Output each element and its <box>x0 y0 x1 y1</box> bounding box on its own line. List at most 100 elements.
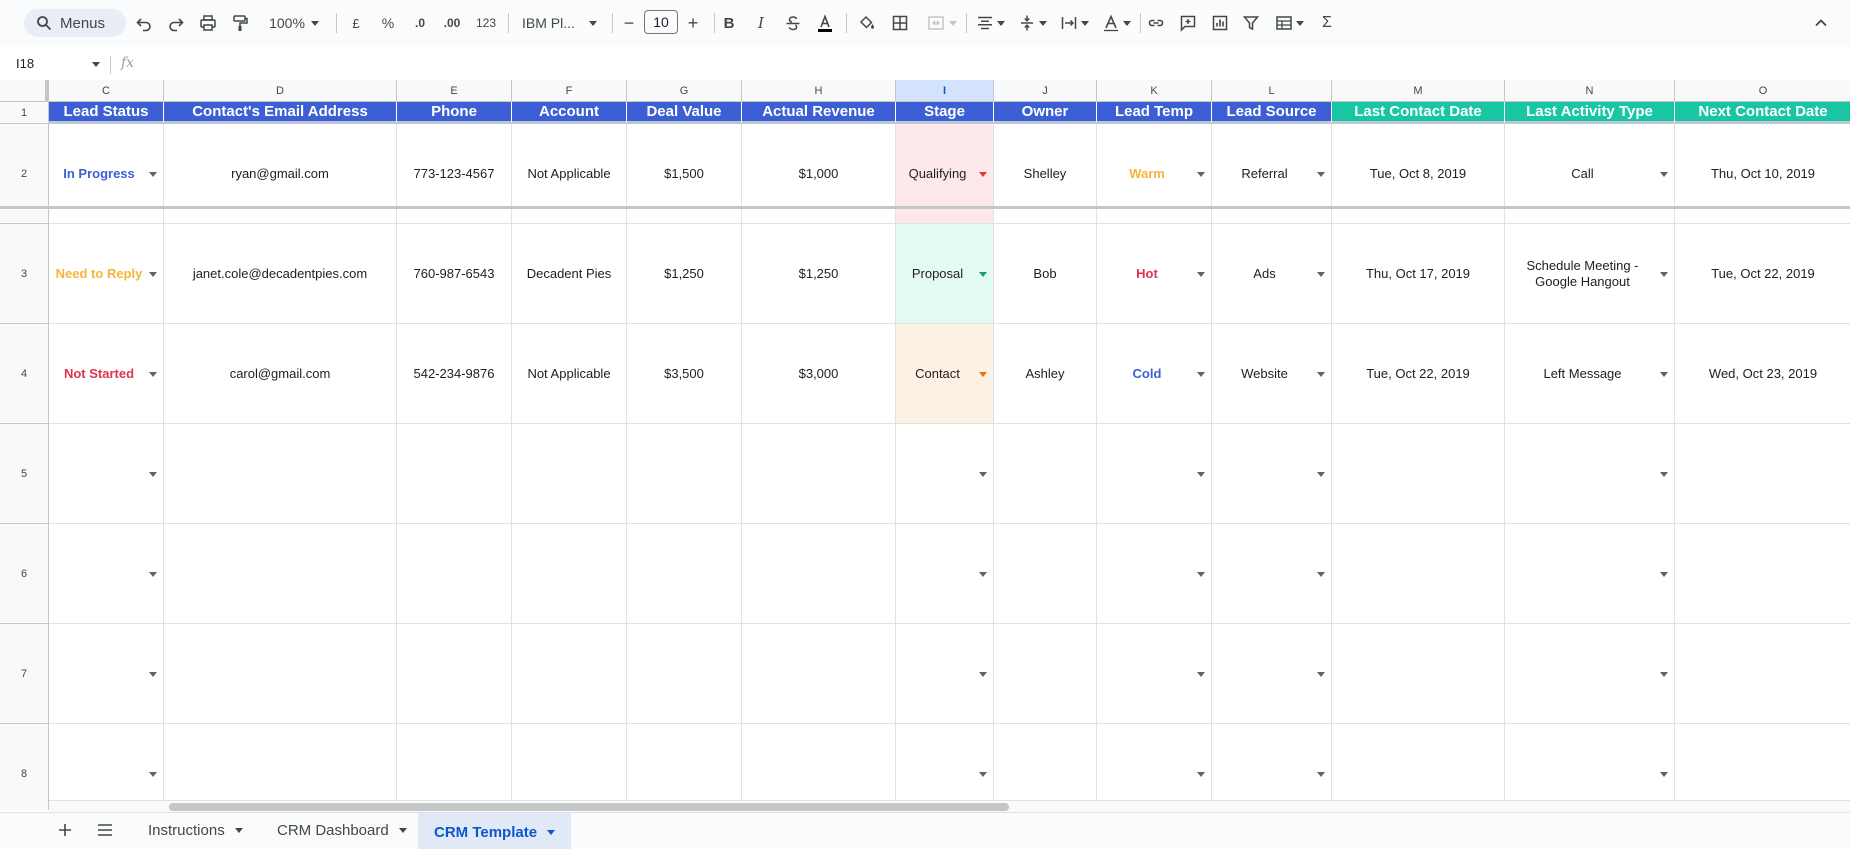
column-header-i[interactable]: I <box>896 80 994 102</box>
chevron-down-icon[interactable] <box>979 671 987 677</box>
cell-owner[interactable]: Bob <box>994 224 1097 324</box>
number-format-button[interactable]: 123 <box>473 10 499 36</box>
borders-button[interactable] <box>887 10 913 36</box>
text-wrapping-button[interactable] <box>1056 10 1092 36</box>
cell-last-activity-type[interactable]: Call <box>1505 124 1675 224</box>
chevron-down-icon[interactable] <box>1660 171 1668 177</box>
cell-lead-status[interactable] <box>49 524 164 624</box>
cell-lead-status[interactable] <box>49 624 164 724</box>
cell-last-activity-type[interactable]: Left Message <box>1505 324 1675 424</box>
row-header[interactable]: 7 <box>0 624 49 724</box>
cell-lead-status[interactable] <box>49 424 164 524</box>
cell-next-contact-date[interactable]: Thu, Oct 10, 2019 <box>1675 124 1850 224</box>
cell-actual-revenue[interactable]: $1,250 <box>742 224 896 324</box>
bold-button[interactable]: B <box>716 10 742 36</box>
column-header-f[interactable]: F <box>512 80 627 102</box>
cell-account[interactable] <box>512 524 627 624</box>
font-family-select[interactable]: IBM Pl... <box>516 10 602 36</box>
cell-last-activity-type[interactable] <box>1505 424 1675 524</box>
cell-lead-status[interactable] <box>49 724 164 810</box>
cell-next-contact-date[interactable] <box>1675 524 1850 624</box>
percent-format-button[interactable]: % <box>375 10 401 36</box>
chevron-down-icon[interactable] <box>1660 371 1668 377</box>
cell-last-contact-date[interactable] <box>1332 524 1505 624</box>
cell-owner[interactable] <box>994 424 1097 524</box>
cell-deal-value[interactable]: $3,500 <box>627 324 742 424</box>
cell-phone[interactable] <box>397 624 512 724</box>
chevron-down-icon[interactable] <box>1197 671 1205 677</box>
cell-lead-temp[interactable] <box>1097 424 1212 524</box>
increase-font-size-button[interactable]: + <box>680 10 706 36</box>
merge-cells-button[interactable] <box>922 10 962 36</box>
increase-decimal-button[interactable]: .00 <box>439 10 465 36</box>
chevron-down-icon[interactable] <box>1197 771 1205 777</box>
row-header[interactable]: 1 <box>0 102 49 124</box>
cell-owner[interactable] <box>994 624 1097 724</box>
cell-last-contact-date[interactable]: Tue, Oct 22, 2019 <box>1332 324 1505 424</box>
chevron-down-icon[interactable] <box>979 471 987 477</box>
cell-phone[interactable]: 760-987-6543 <box>397 224 512 324</box>
column-title-cell[interactable]: Phone <box>397 102 512 124</box>
cell-stage[interactable] <box>896 724 994 810</box>
cell-deal-value[interactable]: $1,250 <box>627 224 742 324</box>
cell-owner[interactable] <box>994 524 1097 624</box>
name-box[interactable]: I18 <box>16 56 34 71</box>
insert-chart-button[interactable] <box>1207 10 1233 36</box>
cell-next-contact-date[interactable] <box>1675 424 1850 524</box>
chevron-down-icon[interactable] <box>149 471 157 477</box>
cell-owner[interactable] <box>994 724 1097 810</box>
column-header-l[interactable]: L <box>1212 80 1332 102</box>
cell-account[interactable] <box>512 424 627 524</box>
cell-lead-source[interactable] <box>1212 524 1332 624</box>
cell-phone[interactable] <box>397 524 512 624</box>
cell-owner[interactable]: Shelley <box>994 124 1097 224</box>
cell-lead-source[interactable]: Referral <box>1212 124 1332 224</box>
cell-phone[interactable]: 773-123-4567 <box>397 124 512 224</box>
column-header-k[interactable]: K <box>1097 80 1212 102</box>
chevron-down-icon[interactable] <box>1660 471 1668 477</box>
chevron-down-icon[interactable] <box>1660 771 1668 777</box>
cell-lead-source[interactable]: Website <box>1212 324 1332 424</box>
cell-last-contact-date[interactable] <box>1332 624 1505 724</box>
cell-email[interactable]: ryan@gmail.com <box>164 124 397 224</box>
cell-lead-status[interactable]: Not Started <box>49 324 164 424</box>
chevron-down-icon[interactable] <box>1317 271 1325 277</box>
sheet-tab-instructions[interactable]: Instructions <box>136 813 255 847</box>
spreadsheet-grid[interactable]: CDEFGHIJKLMNO 12345678 Lead Status Contac… <box>0 80 1850 810</box>
cell-actual-revenue[interactable] <box>742 424 896 524</box>
cell-deal-value[interactable] <box>627 524 742 624</box>
menus-search-button[interactable]: Menus <box>24 9 126 37</box>
cell-account[interactable] <box>512 724 627 810</box>
cell-deal-value[interactable] <box>627 624 742 724</box>
column-header-n[interactable]: N <box>1505 80 1675 102</box>
cell-actual-revenue[interactable] <box>742 724 896 810</box>
cell-lead-temp[interactable]: Hot <box>1097 224 1212 324</box>
chevron-down-icon[interactable] <box>979 371 987 377</box>
column-header-g[interactable]: G <box>627 80 742 102</box>
chevron-down-icon[interactable] <box>979 771 987 777</box>
add-sheet-button[interactable] <box>52 813 78 847</box>
chevron-down-icon[interactable] <box>1197 571 1205 577</box>
cell-lead-source[interactable] <box>1212 624 1332 724</box>
zoom-select[interactable]: 100% <box>264 10 324 36</box>
cell-last-activity-type[interactable] <box>1505 524 1675 624</box>
all-sheets-button[interactable] <box>92 813 118 847</box>
row-header[interactable]: 2 <box>0 124 49 224</box>
column-title-cell[interactable]: Account <box>512 102 627 124</box>
chevron-down-icon[interactable] <box>1317 371 1325 377</box>
insert-comment-button[interactable] <box>1175 10 1201 36</box>
chevron-down-icon[interactable] <box>1197 271 1205 277</box>
column-title-cell[interactable]: Next Contact Date <box>1675 102 1850 124</box>
cell-deal-value[interactable]: $1,500 <box>627 124 742 224</box>
chevron-down-icon[interactable] <box>1660 271 1668 277</box>
cell-lead-temp[interactable] <box>1097 724 1212 810</box>
column-title-cell[interactable]: Owner <box>994 102 1097 124</box>
redo-button[interactable] <box>163 10 189 36</box>
cell-next-contact-date[interactable]: Wed, Oct 23, 2019 <box>1675 324 1850 424</box>
cell-lead-temp[interactable] <box>1097 624 1212 724</box>
fill-color-button[interactable] <box>854 10 880 36</box>
column-header-e[interactable]: E <box>397 80 512 102</box>
text-color-button[interactable] <box>812 10 838 36</box>
chevron-down-icon[interactable] <box>1317 171 1325 177</box>
cell-last-activity-type[interactable] <box>1505 724 1675 810</box>
